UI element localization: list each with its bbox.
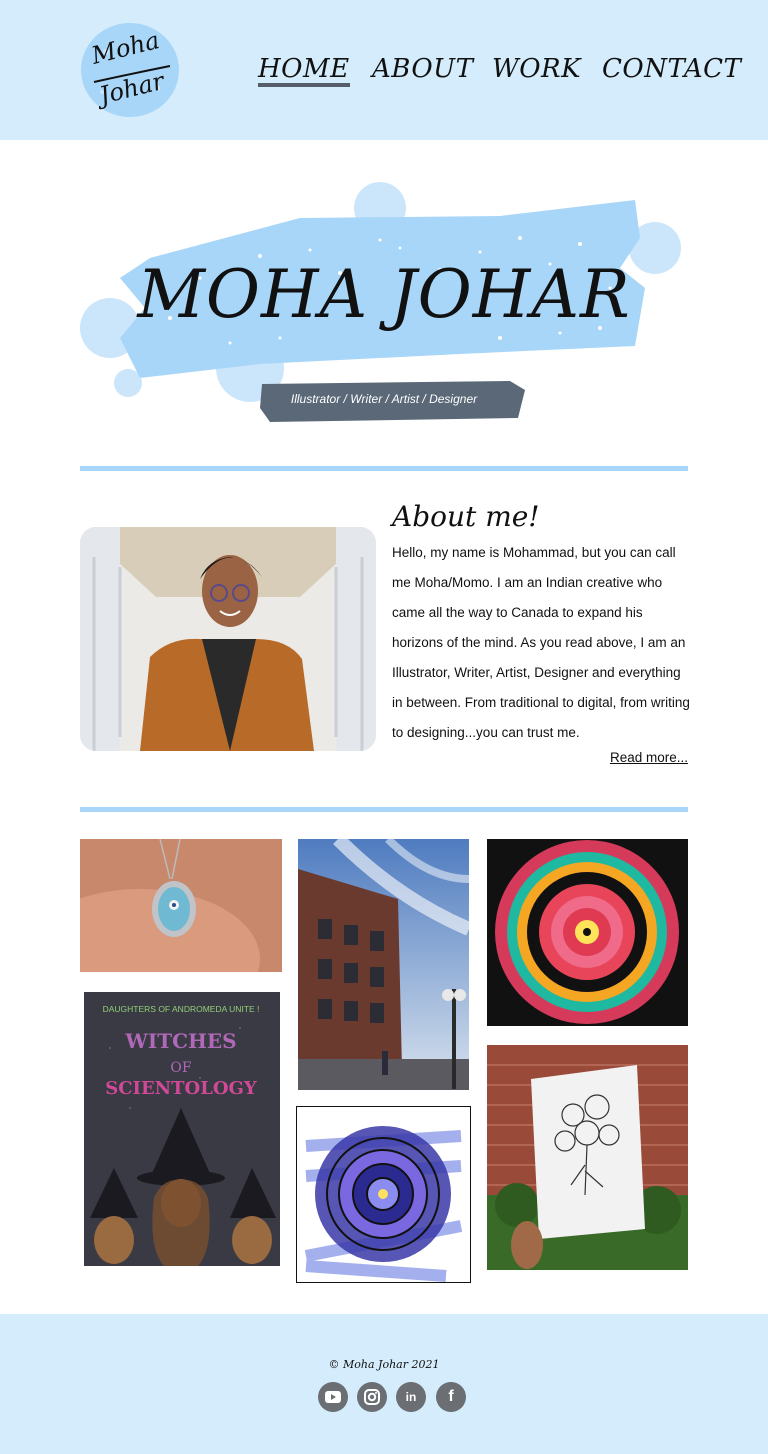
about-photo (80, 527, 376, 751)
gallery-item-pendant[interactable] (80, 839, 282, 972)
nav-work-link[interactable]: WORK (492, 54, 581, 84)
about-heading: About me! (392, 500, 540, 533)
copyright-text: © Moha Johar 2021 (328, 1358, 440, 1371)
gallery-item-flower-sketch[interactable] (487, 1045, 688, 1270)
section-divider-top (80, 466, 688, 471)
site-header: Moha Johar HOME ABOUT WORK CONTACT (0, 0, 768, 140)
nav-home-link[interactable]: HOME (258, 54, 350, 87)
section-divider-bottom (80, 807, 688, 812)
about-body: Hello, my name is Mohammad, but you can … (392, 545, 690, 740)
hero-subtitle: Illustrator / Writer / Artist / Designer (290, 392, 478, 406)
gallery-item-blue-mandala[interactable] (296, 1106, 471, 1283)
read-more-link[interactable]: Read more... (610, 750, 688, 765)
nav-contact-link[interactable]: CONTACT (602, 54, 741, 84)
gallery-item-witches-poster[interactable]: DAUGHTERS OF ANDROMEDA UNITE ! WITCHES O… (80, 988, 282, 1270)
poster-title-line2: OF (170, 1060, 191, 1076)
facebook-icon[interactable]: f (436, 1382, 466, 1412)
linkedin-icon[interactable]: in (396, 1382, 426, 1412)
site-footer: © Moha Johar 2021 in f (0, 1314, 768, 1454)
nav-about-link[interactable]: ABOUT (372, 54, 473, 84)
poster-tagline: DAUGHTERS OF ANDROMEDA UNITE ! (103, 1004, 260, 1014)
hero-banner: MOHA JOHAR Illustrator / Writer / Artist… (80, 178, 688, 428)
gallery-item-color-mandala[interactable] (487, 839, 688, 1026)
logo[interactable]: Moha Johar (80, 22, 180, 118)
poster-title-line1: WITCHES (124, 1029, 236, 1053)
youtube-icon[interactable] (318, 1382, 348, 1412)
hero-title: MOHA JOHAR (137, 256, 631, 333)
gallery-item-street-photo[interactable] (298, 839, 469, 1090)
poster-title-line3: SCIENTOLOGY (105, 1078, 258, 1099)
instagram-icon[interactable] (357, 1382, 387, 1412)
